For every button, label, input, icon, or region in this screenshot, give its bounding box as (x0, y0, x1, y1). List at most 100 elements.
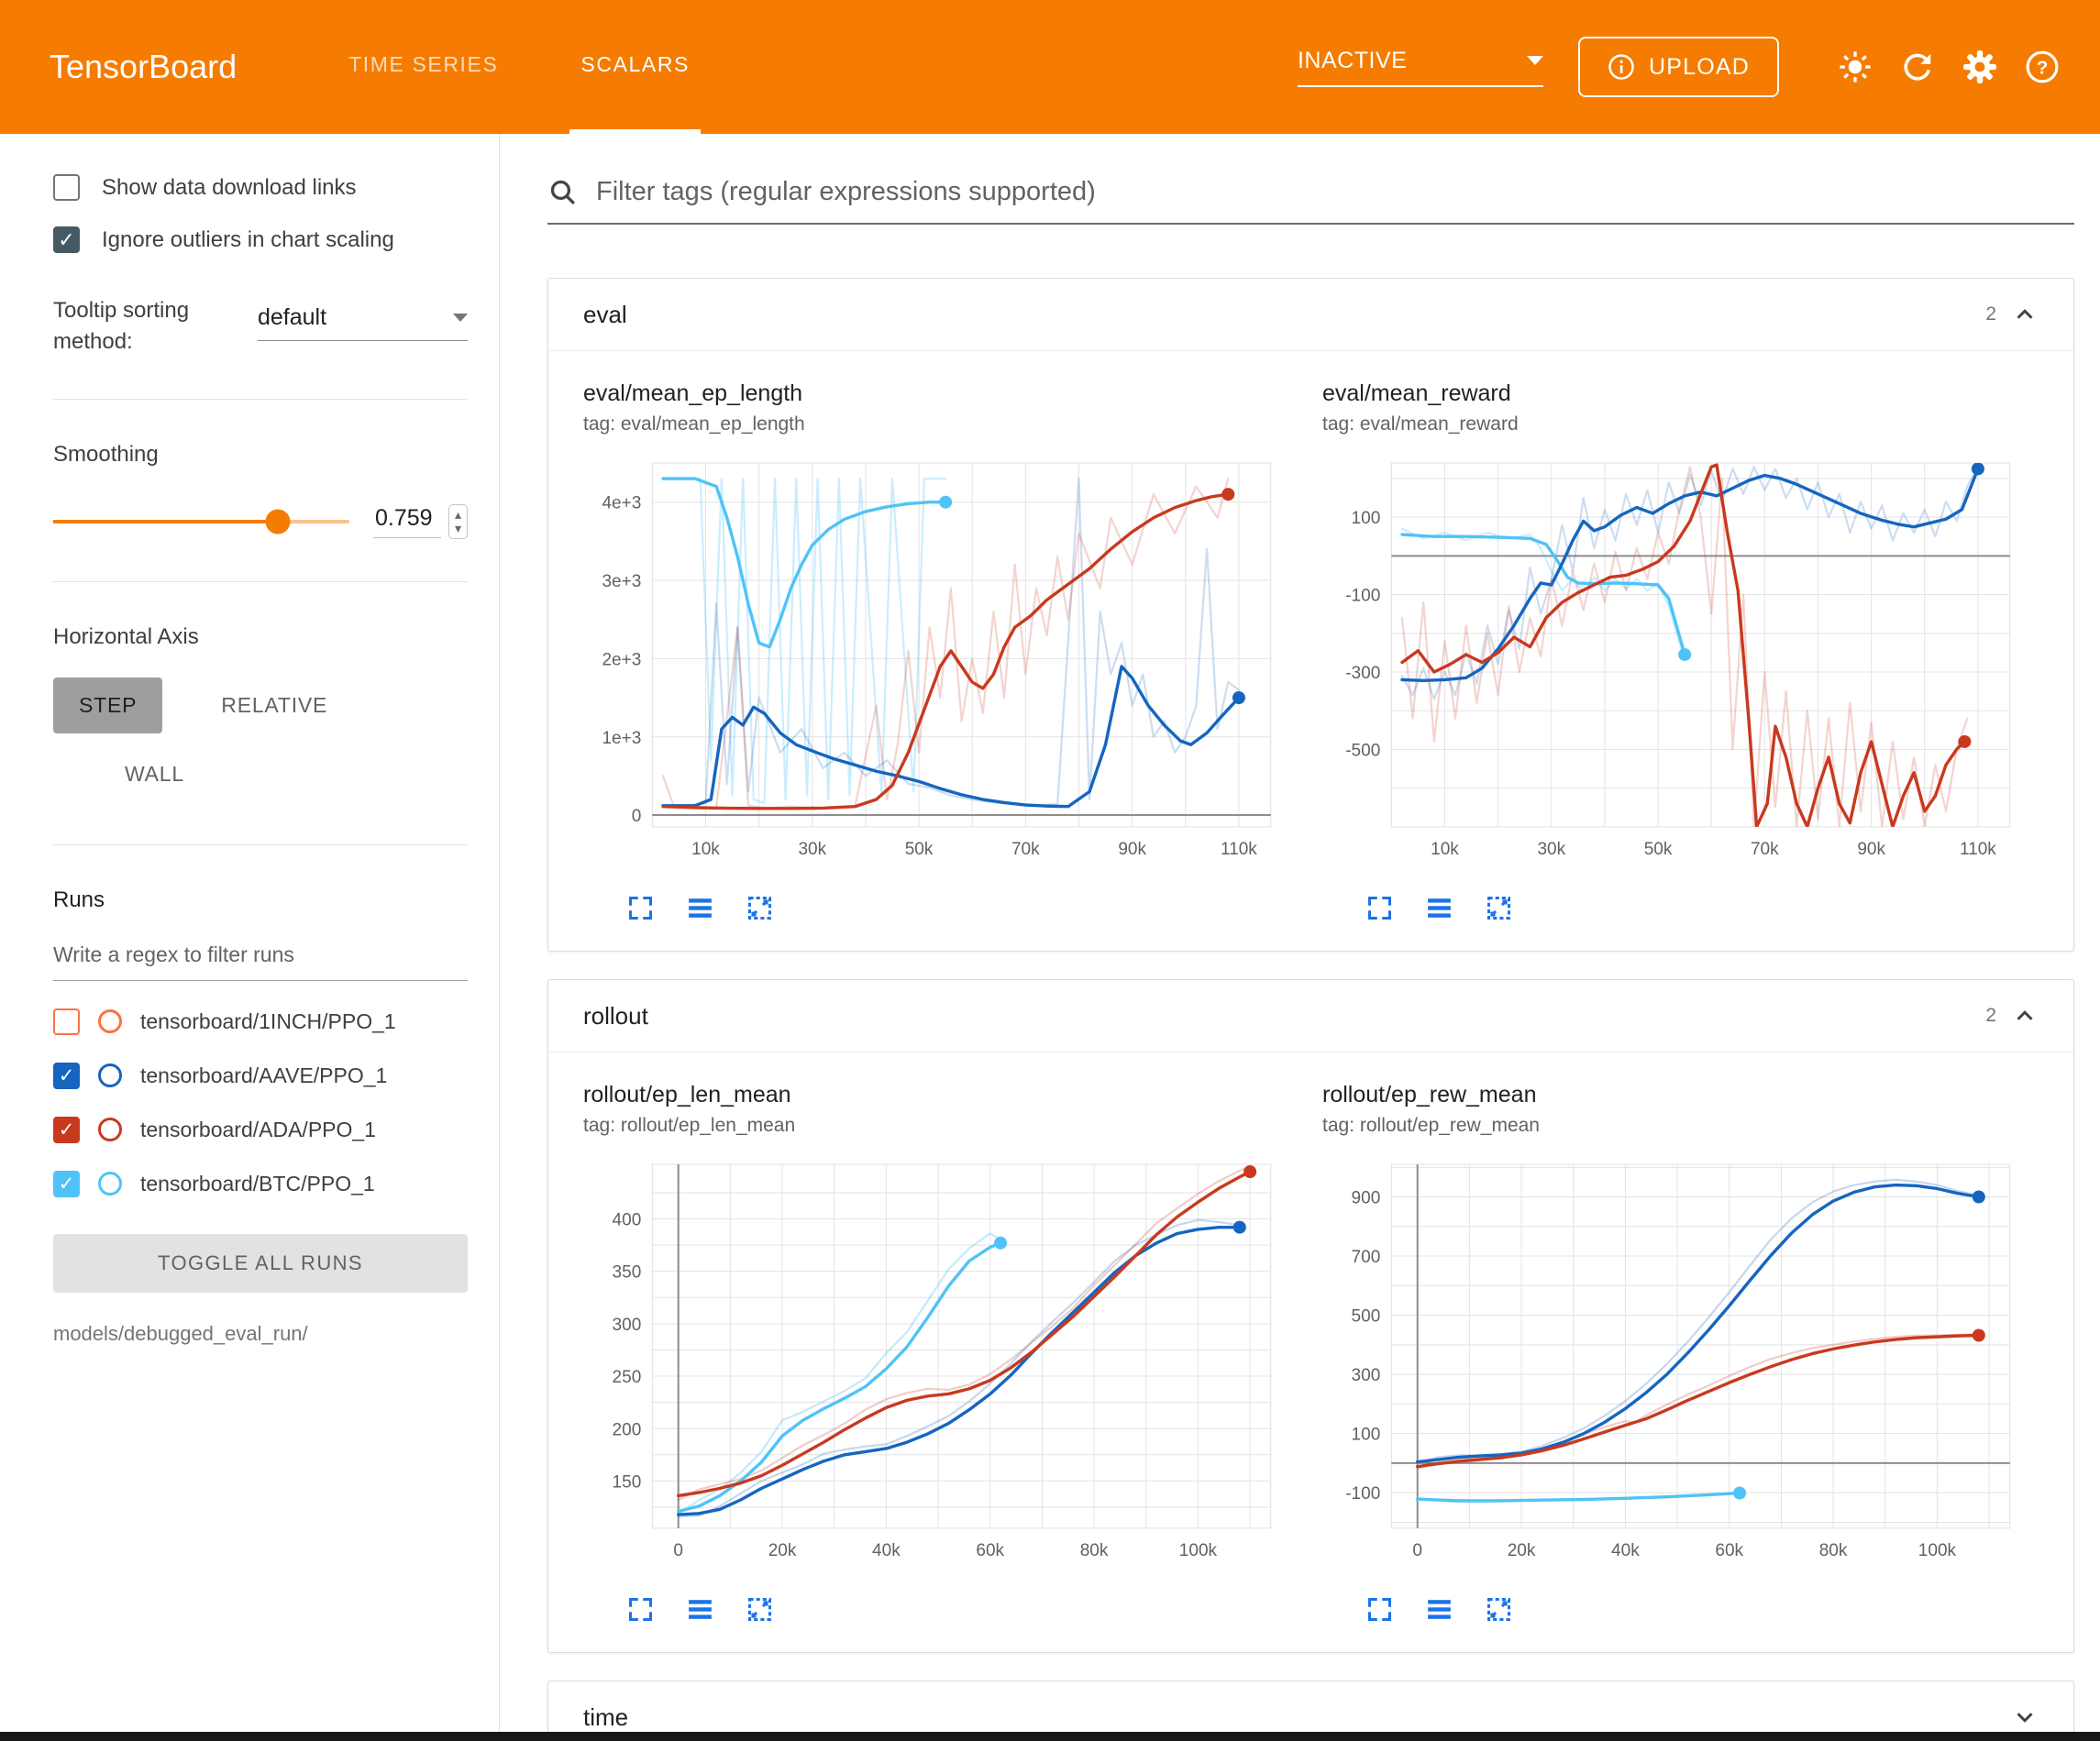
svg-text:700: 700 (1352, 1248, 1381, 1267)
run-color-circle (98, 1009, 122, 1033)
run-item[interactable]: ✓tensorboard/AAVE/PPO_1 (53, 1063, 468, 1089)
fullscreen-icon[interactable] (625, 893, 656, 923)
lines-icon[interactable] (685, 1594, 715, 1625)
chevron-up-icon[interactable] (2011, 1002, 2039, 1030)
status-dropdown[interactable]: INACTIVE (1298, 48, 1543, 87)
fullscreen-icon[interactable] (1365, 1594, 1395, 1625)
line-chart[interactable]: 020k40k60k80k100k150200250300350400 (583, 1153, 1282, 1585)
svg-text:-500: -500 (1345, 741, 1380, 760)
section-card-time: time (547, 1680, 2074, 1732)
help-icon[interactable]: ? (2025, 50, 2060, 84)
axis-relative-button[interactable]: RELATIVE (195, 678, 353, 733)
upload-button[interactable]: UPLOAD (1578, 37, 1779, 97)
tooltip-sorting-value: default (258, 304, 326, 331)
svg-text:900: 900 (1352, 1189, 1381, 1208)
section-card-eval: eval2 eval/mean_ep_length tag: eval/mean_e… (547, 278, 2074, 952)
settings-icon[interactable] (1962, 50, 1997, 84)
checkbox-icon[interactable]: ✓ (53, 226, 80, 253)
smoothing-label: Smoothing (53, 442, 468, 468)
section-card-rollout: rollout2 rollout/ep_len_meantag: rollout/… (547, 979, 2074, 1653)
tag-filter-input[interactable] (594, 176, 2074, 208)
settings-sidebar: Show data download links ✓ Ignore outlie… (0, 134, 500, 1732)
svg-text:2e+3: 2e+3 (602, 650, 641, 669)
chevron-up-icon[interactable] (2011, 301, 2039, 328)
svg-text:0: 0 (673, 1541, 683, 1560)
refresh-icon[interactable] (1900, 50, 1935, 84)
lines-icon[interactable] (685, 893, 715, 923)
section-header[interactable]: eval2 (548, 279, 2073, 350)
toggle-all-runs-button[interactable]: TOGGLE ALL RUNS (53, 1234, 468, 1293)
tooltip-sorting: Tooltip sorting method: default (53, 295, 468, 357)
svg-text:30k: 30k (1537, 840, 1565, 859)
line-chart[interactable]: 020k40k60k80k100k-100100300500700900 (1322, 1153, 2021, 1585)
run-color-circle (98, 1063, 122, 1087)
fit-domain-icon[interactable] (745, 1594, 775, 1625)
smoothing-slider[interactable] (53, 520, 349, 523)
line-chart[interactable]: 10k30k50k70k90k110k100-100-300-500 (1322, 452, 2021, 884)
svg-text:20k: 20k (1508, 1541, 1536, 1560)
chart-title: eval/mean_ep_length (583, 380, 1282, 407)
fit-domain-icon[interactable] (1484, 893, 1514, 923)
lines-icon[interactable] (1424, 1594, 1454, 1625)
brightness-icon[interactable] (1838, 50, 1873, 84)
axis-step-button[interactable]: STEP (53, 678, 162, 733)
svg-text:60k: 60k (1715, 1541, 1743, 1560)
chart-card-eval-mean_reward: eval/mean_rewardtag: eval/mean_reward10k… (1322, 380, 2021, 923)
run-color-circle (98, 1172, 122, 1196)
section-count: 2 (1985, 303, 1996, 325)
app-title: TensorBoard (50, 48, 237, 86)
chart-title: rollout/ep_rew_mean (1322, 1082, 2021, 1108)
divider (53, 581, 468, 582)
slider-thumb[interactable] (266, 509, 291, 534)
fit-domain-icon[interactable] (1484, 1594, 1514, 1625)
chart-card-rollout-ep_len_mean: rollout/ep_len_meantag: rollout/ep_len_m… (583, 1082, 1282, 1625)
setting-show-download-links[interactable]: Show data download links (53, 174, 468, 201)
svg-text:350: 350 (613, 1263, 642, 1283)
smoothing-stepper[interactable]: ▴▾ (448, 504, 468, 538)
setting-ignore-outliers[interactable]: ✓ Ignore outliers in chart scaling (53, 226, 468, 253)
line-chart[interactable]: 10k30k50k70k90k110k01e+32e+33e+34e+3 (583, 452, 1282, 884)
chart-title: rollout/ep_len_mean (583, 1082, 1282, 1108)
lines-icon[interactable] (1424, 893, 1454, 923)
checkbox-icon[interactable] (53, 174, 80, 201)
fullscreen-icon[interactable] (625, 1594, 656, 1625)
info-icon (1608, 53, 1635, 81)
runs-filter-input[interactable] (53, 931, 468, 981)
section-header[interactable]: time (548, 1681, 2073, 1732)
run-checkbox[interactable]: ✓ (53, 1171, 80, 1197)
run-item[interactable]: tensorboard/1INCH/PPO_1 (53, 1008, 468, 1035)
runs-label: Runs (53, 887, 468, 913)
run-item[interactable]: ✓tensorboard/ADA/PPO_1 (53, 1117, 468, 1143)
section-title: eval (583, 301, 1985, 329)
main-tabs: TIME SERIES SCALARS (337, 0, 761, 134)
svg-text:?: ? (2037, 57, 2049, 78)
fit-domain-icon[interactable] (745, 893, 775, 923)
runs-list: tensorboard/1INCH/PPO_1 ✓tensorboard/AAVE… (53, 1008, 468, 1197)
fullscreen-icon[interactable] (1365, 893, 1395, 923)
svg-text:250: 250 (613, 1368, 642, 1387)
run-checkbox[interactable]: ✓ (53, 1063, 80, 1089)
smoothing-value-input[interactable]: 0.759 (373, 505, 441, 538)
caret-down-icon (453, 314, 468, 322)
section-header[interactable]: rollout2 (548, 980, 2073, 1052)
tab-scalars[interactable]: SCALARS (569, 0, 701, 134)
tooltip-sorting-dropdown[interactable]: default (258, 304, 468, 341)
setting-label: Show data download links (102, 175, 357, 201)
svg-text:10k: 10k (691, 840, 720, 859)
run-item[interactable]: ✓tensorboard/BTC/PPO_1 (53, 1171, 468, 1197)
svg-text:70k: 70k (1751, 840, 1779, 859)
svg-text:300: 300 (1352, 1366, 1381, 1385)
chart-toolbar (625, 1594, 1282, 1625)
caret-down-icon (1527, 56, 1543, 65)
chevron-down-icon[interactable] (2011, 1703, 2039, 1731)
chart-tag: tag: eval/mean_ep_length (583, 413, 1282, 435)
svg-text:100: 100 (1352, 1426, 1381, 1445)
axis-wall-button[interactable]: WALL (99, 746, 210, 802)
svg-text:500: 500 (1352, 1307, 1381, 1327)
svg-text:4e+3: 4e+3 (602, 494, 641, 513)
run-checkbox[interactable]: ✓ (53, 1117, 80, 1143)
svg-text:200: 200 (613, 1420, 642, 1439)
svg-text:40k: 40k (1611, 1541, 1640, 1560)
run-checkbox[interactable] (53, 1008, 80, 1035)
tab-time-series[interactable]: TIME SERIES (337, 0, 509, 134)
